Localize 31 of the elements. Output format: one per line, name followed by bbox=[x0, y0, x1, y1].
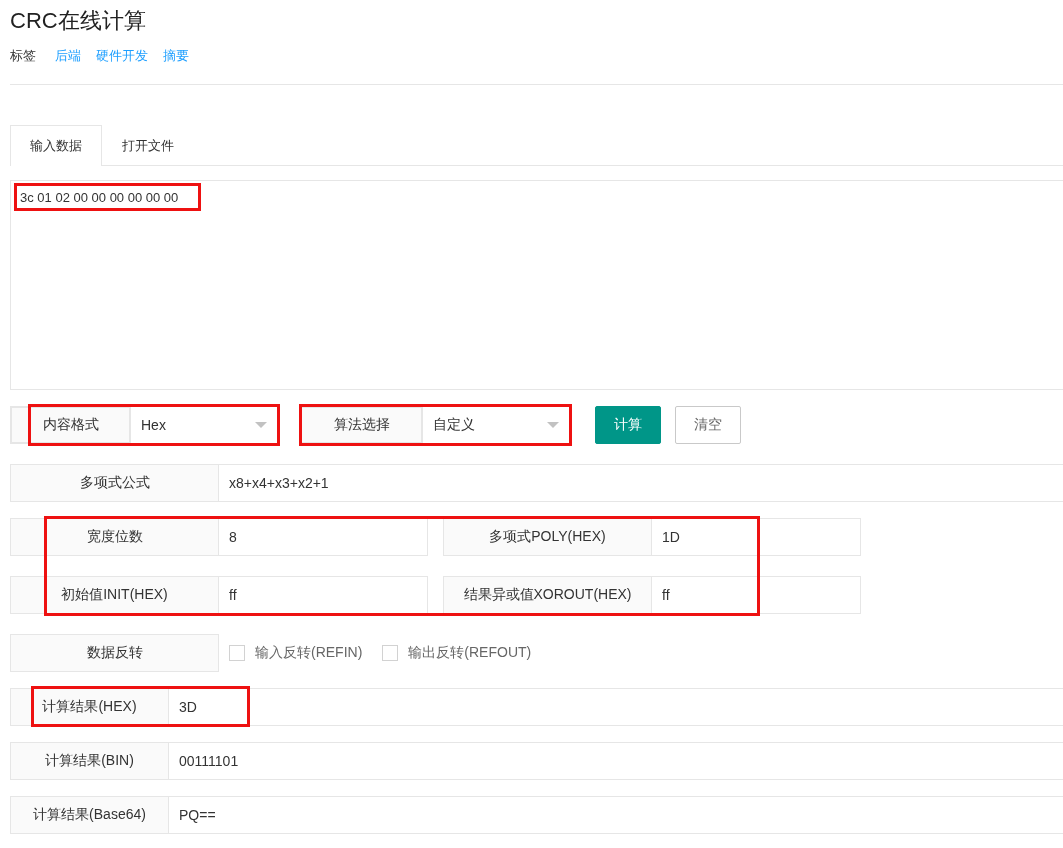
checkbox-label: 输入反转(REFIN) bbox=[255, 644, 363, 662]
field-label: 宽度位数 bbox=[10, 518, 219, 556]
action-button[interactable]: 清空 bbox=[675, 406, 741, 444]
caret-icon bbox=[547, 422, 559, 428]
formula-field[interactable]: x8+x4+x3+x2+1 bbox=[219, 464, 1063, 502]
checkbox-label: 输出反转(REFOUT) bbox=[408, 644, 532, 662]
field-label: 结果异或值XOROUT(HEX) bbox=[443, 576, 652, 614]
result-label: 计算结果(Base64) bbox=[10, 796, 169, 834]
param-field[interactable]: ff bbox=[219, 576, 428, 614]
select-label: 内容格式 bbox=[11, 407, 130, 443]
field-label: 初始值INIT(HEX) bbox=[10, 576, 219, 614]
checkbox[interactable] bbox=[382, 645, 399, 661]
result-label: 计算结果(HEX) bbox=[10, 688, 169, 726]
caret-icon bbox=[255, 422, 267, 428]
field-label: 多项式公式 bbox=[10, 464, 219, 502]
field-label: 数据反转 bbox=[10, 634, 219, 672]
input-textarea[interactable]: 3c 01 02 00 00 00 00 00 00 bbox=[10, 180, 1063, 390]
param-field[interactable]: 8 bbox=[219, 518, 428, 556]
tab[interactable]: 打开文件 bbox=[102, 125, 194, 165]
action-button[interactable]: 计算 bbox=[595, 406, 661, 444]
param-field[interactable]: 1D bbox=[652, 518, 861, 556]
page-title: CRC在线计算 bbox=[10, 7, 147, 35]
tags-label: 标签 bbox=[10, 47, 36, 65]
checkbox[interactable] bbox=[229, 645, 245, 661]
result-field[interactable]: 00111101 bbox=[169, 742, 1063, 780]
tab[interactable]: 输入数据 bbox=[10, 125, 102, 166]
param-field[interactable]: ff bbox=[652, 576, 861, 614]
result-label: 计算结果(BIN) bbox=[10, 742, 169, 780]
select-label: 算法选择 bbox=[301, 407, 422, 443]
result-field[interactable]: PQ== bbox=[169, 796, 1063, 834]
field-label: 多项式POLY(HEX) bbox=[443, 518, 652, 556]
